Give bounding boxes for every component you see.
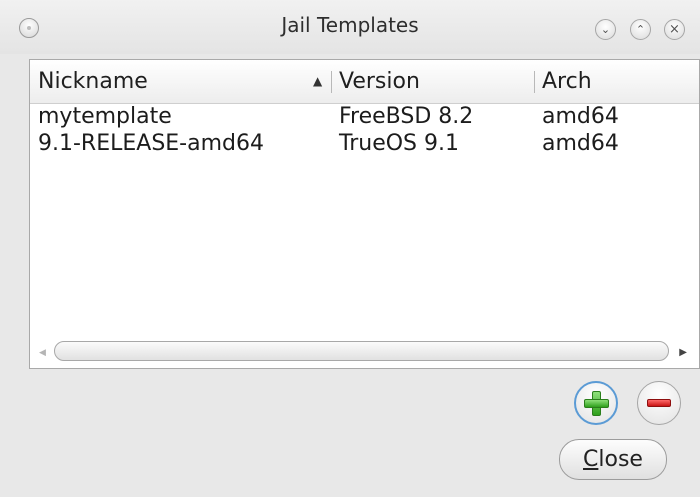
table-header: Nickname ▲ Version Arch xyxy=(30,60,699,104)
table-row[interactable]: 9.1-RELEASE-amd64 TrueOS 9.1 amd64 xyxy=(30,130,699,157)
chevron-up-icon: ⌃ xyxy=(635,23,646,36)
cell-arch: amd64 xyxy=(542,104,619,129)
scroll-left-icon[interactable]: ◀ xyxy=(39,348,46,358)
cell-version: FreeBSD 8.2 xyxy=(339,104,474,129)
remove-template-button[interactable] xyxy=(637,381,681,425)
cell-nickname: 9.1-RELEASE-amd64 xyxy=(38,131,264,156)
column-header-arch[interactable]: Arch xyxy=(542,60,592,103)
scroll-right-icon[interactable]: ▶ xyxy=(679,347,687,358)
add-template-button[interactable] xyxy=(574,381,618,425)
table-body: mytemplate FreeBSD 8.2 amd64 9.1-RELEASE… xyxy=(30,103,699,157)
cell-nickname: mytemplate xyxy=(38,104,172,129)
column-divider[interactable] xyxy=(331,71,332,93)
templates-table[interactable]: Nickname ▲ Version Arch mytemplate FreeB… xyxy=(29,59,700,369)
chevron-down-icon: ⌄ xyxy=(600,23,611,36)
column-header-version[interactable]: Version xyxy=(339,60,420,103)
sort-ascending-icon: ▲ xyxy=(313,74,323,88)
scrollbar-thumb[interactable] xyxy=(54,341,669,361)
minimize-button[interactable]: ⌄ xyxy=(595,19,616,40)
title-bar[interactable]: Jail Templates ⌄ ⌃ × xyxy=(0,0,700,54)
close-button-label: lose xyxy=(598,447,643,472)
close-button[interactable]: Close xyxy=(559,439,667,480)
close-window-button[interactable]: × xyxy=(664,19,685,40)
column-divider[interactable] xyxy=(534,71,535,93)
jail-templates-window: Jail Templates ⌄ ⌃ × Nickname ▲ Version … xyxy=(0,0,700,497)
cell-arch: amd64 xyxy=(542,131,619,156)
table-row[interactable]: mytemplate FreeBSD 8.2 amd64 xyxy=(30,103,699,130)
cell-version: TrueOS 9.1 xyxy=(339,131,459,156)
horizontal-scrollbar[interactable]: ◀ ▶ xyxy=(30,334,699,368)
maximize-button[interactable]: ⌃ xyxy=(630,19,651,40)
close-icon: × xyxy=(669,22,680,37)
close-button-mnemonic: C xyxy=(583,447,599,472)
column-header-nickname[interactable]: Nickname xyxy=(38,60,148,103)
